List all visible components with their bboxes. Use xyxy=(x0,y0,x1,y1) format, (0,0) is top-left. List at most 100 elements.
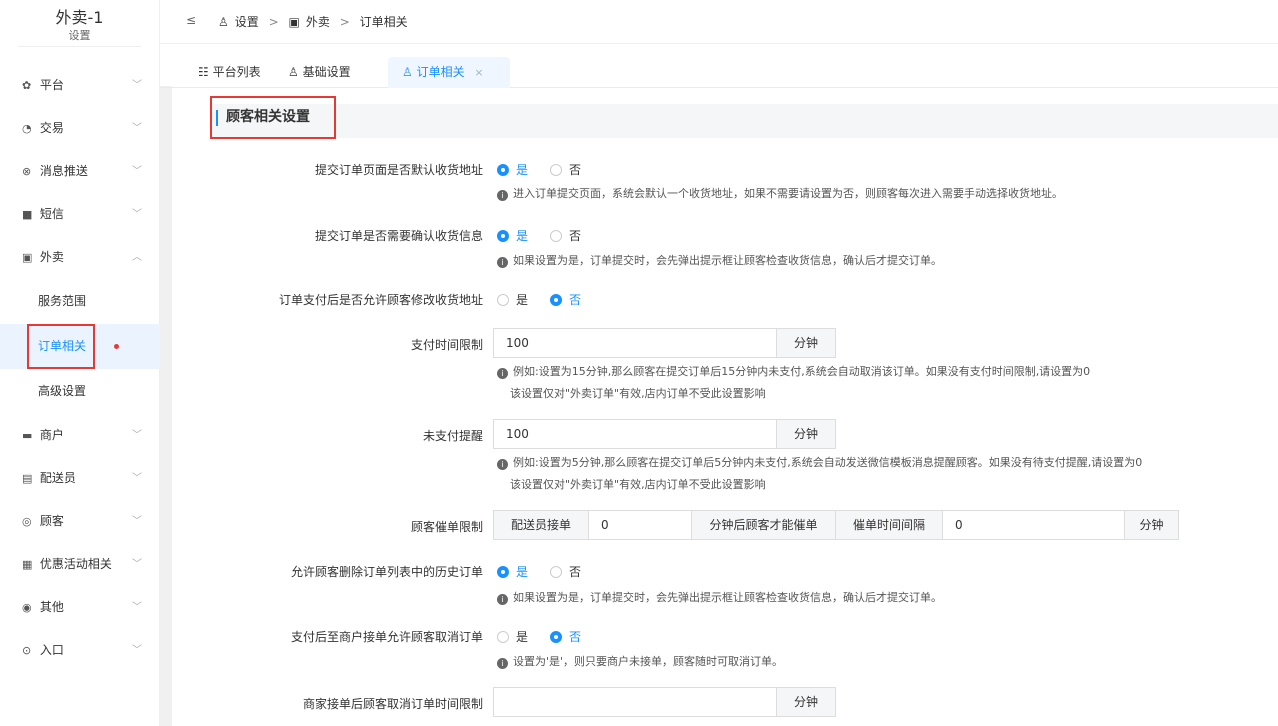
info-icon: i xyxy=(497,459,508,470)
radio-label: 否 xyxy=(569,163,582,177)
sidebar-item-label: 外卖 xyxy=(39,250,64,264)
confirm-address-yes-radio[interactable]: 是 xyxy=(497,227,528,244)
store-icon: ▬ xyxy=(22,429,33,442)
cancel-before-accept-hint: i 设置为'是'，则只要商户未接单，顾客随时可取消订单。 xyxy=(497,653,783,671)
modify-address-no-radio[interactable]: 否 xyxy=(550,291,581,308)
hint-text: 例如:设置为5分钟,那么顾客在提交订单后5分钟内未支付,系统会自动发送微信模板消… xyxy=(513,456,1143,469)
radio-label: 否 xyxy=(569,630,582,644)
sidebar-item-promotion[interactable]: ▦ 优惠活动相关 ﹀ xyxy=(0,543,160,586)
delete-history-yes-radio[interactable]: 是 xyxy=(497,563,528,580)
brand-title: 外卖-1 xyxy=(55,8,104,27)
sms-icon: ■ xyxy=(22,208,33,221)
sidebar-item-label: 配送员 xyxy=(39,471,76,485)
breadcrumb-item[interactable]: 外卖 xyxy=(306,15,330,29)
brand: 外卖-1 设置 xyxy=(0,0,159,46)
cancel-after-accept-input[interactable] xyxy=(493,687,777,717)
pay-limit-hint-2: 该设置仅对"外卖订单"有效,店内订单不受此设置影响 xyxy=(510,387,766,400)
chevron-up-icon: ︿ xyxy=(132,252,142,263)
urge-limit-prefix: 配送员接单 xyxy=(493,510,589,540)
delete-history-no-radio[interactable]: 否 xyxy=(550,563,581,580)
radio-checked-icon xyxy=(550,294,562,306)
radio-label: 否 xyxy=(569,229,582,243)
message-icon: ⊗ xyxy=(22,165,32,178)
tab-order-settings[interactable]: ♙ 订单相关 × xyxy=(388,57,510,88)
sidebar-item-delivery[interactable]: ▣ 外卖 ︿ xyxy=(0,236,160,279)
unpaid-remind-input[interactable]: 100 xyxy=(493,419,777,449)
pay-limit-label: 支付时间限制 xyxy=(410,338,483,352)
radio-unchecked-icon xyxy=(550,566,562,578)
cancel-before-accept-no-radio[interactable]: 否 xyxy=(550,628,581,645)
unpaid-remind-unit: 分钟 xyxy=(776,419,836,449)
radio-unchecked-icon xyxy=(550,230,562,242)
gear-icon: ✿ xyxy=(22,79,32,92)
section-title: 顾客相关设置 xyxy=(210,96,336,139)
tab-label: 订单相关 xyxy=(416,65,465,79)
delivery-icon: ▣ xyxy=(22,251,33,264)
sidebar-item-label: 短信 xyxy=(39,207,64,221)
info-icon: i xyxy=(497,257,508,268)
chevron-down-icon: ﹀ xyxy=(132,80,142,91)
sidebar-item-label: 优惠活动相关 xyxy=(39,557,112,571)
cancel-after-accept-unit: 分钟 xyxy=(776,687,836,717)
info-icon: i xyxy=(497,594,508,605)
user-icon: ♙ xyxy=(288,65,303,79)
sidebar-item-customer[interactable]: ◎ 顾客 ﹀ xyxy=(0,500,160,543)
sidebar-item-sms[interactable]: ■ 短信 ﹀ xyxy=(0,193,160,236)
confirm-address-no-radio[interactable]: 否 xyxy=(550,227,581,244)
close-icon[interactable]: × xyxy=(474,66,483,79)
sidebar-item-entry[interactable]: ⊙ 入口 ﹀ xyxy=(0,629,160,672)
sidebar-subitem-advanced[interactable]: 高级设置 xyxy=(0,369,160,414)
radio-unchecked-icon xyxy=(550,164,562,176)
breadcrumb-separator: > xyxy=(339,15,350,29)
radio-label: 是 xyxy=(516,163,529,177)
chevron-down-icon: ﹀ xyxy=(132,166,142,177)
sidebar-subitem-service-range[interactable]: 服务范围 xyxy=(0,279,160,324)
tab-bar: ☷ 平台列表 ♙ 基础设置 ♙ 订单相关 × xyxy=(160,54,1278,88)
info-icon: i xyxy=(497,658,508,669)
cancel-before-accept-label: 支付后至商户接单允许顾客取消订单 xyxy=(290,630,483,644)
chevron-down-icon: ﹀ xyxy=(132,209,142,220)
urge-interval-unit: 分钟 xyxy=(1124,510,1179,540)
chevron-down-icon: ﹀ xyxy=(132,473,142,484)
modify-address-label: 订单支付后是否允许顾客修改收货地址 xyxy=(278,293,483,307)
radio-label: 是 xyxy=(516,229,529,243)
sidebar-item-platform[interactable]: ✿ 平台 ﹀ xyxy=(0,64,160,107)
courier-icon: ▤ xyxy=(22,472,33,485)
urge-limit-input[interactable]: 0 xyxy=(588,510,692,540)
gift-icon: ▦ xyxy=(22,558,33,571)
radio-unchecked-icon xyxy=(497,294,509,306)
sidebar-item-label: 平台 xyxy=(39,78,64,92)
hint-text: 进入订单提交页面，系统会默认一个收货地址，如果不需要请设置为否，则顾客每次进入需… xyxy=(513,187,1063,200)
sidebar-menu: ✿ 平台 ﹀ ◔ 交易 ﹀ ⊗ 消息推送 ﹀ ■ 短信 ﹀ ▣ 外卖 ︿ 服务范… xyxy=(0,64,160,672)
pay-limit-input[interactable]: 100 xyxy=(493,328,777,358)
unpaid-remind-hint-2: 该设置仅对"外卖订单"有效,店内订单不受此设置影响 xyxy=(510,478,766,491)
breadcrumb-separator: > xyxy=(268,15,279,29)
sidebar-item-other[interactable]: ◉ 其他 ﹀ xyxy=(0,586,160,629)
modify-address-yes-radio[interactable]: 是 xyxy=(497,291,528,308)
breadcrumb-item[interactable]: 设置 xyxy=(235,15,259,29)
urge-interval-label: 催单时间间隔 xyxy=(835,510,943,540)
radio-label: 否 xyxy=(569,293,582,307)
cancel-after-accept-label: 商家接单后顾客取消订单时间限制 xyxy=(302,697,483,711)
hint-text: 如果设置为是，订单提交时，会先弹出提示框让顾客检查收货信息，确认后才提交订单。 xyxy=(513,591,942,604)
sidebar-item-trade[interactable]: ◔ 交易 ﹀ xyxy=(0,107,160,150)
sidebar-item-courier[interactable]: ▤ 配送员 ﹀ xyxy=(0,457,160,500)
scrollbar-track[interactable] xyxy=(160,86,172,726)
urge-interval-input[interactable]: 0 xyxy=(942,510,1125,540)
confirm-address-label: 提交订单是否需要确认收货信息 xyxy=(314,229,483,243)
tab-platform-list[interactable]: ☷ 平台列表 xyxy=(184,57,275,88)
unpaid-remind-label: 未支付提醒 xyxy=(422,429,483,443)
sidebar-item-store[interactable]: ▬ 商户 ﹀ xyxy=(0,414,160,457)
default-address-no-radio[interactable]: 否 xyxy=(550,161,581,178)
default-address-yes-radio[interactable]: 是 xyxy=(497,161,528,178)
radio-checked-icon xyxy=(497,566,509,578)
sidebar-item-label: 其他 xyxy=(39,600,64,614)
radio-label: 是 xyxy=(516,565,529,579)
sidebar-subitem-order[interactable]: 订单相关 xyxy=(0,324,160,369)
cancel-before-accept-yes-radio[interactable]: 是 xyxy=(497,628,528,645)
tab-basic-settings[interactable]: ♙ 基础设置 xyxy=(274,57,365,88)
default-address-label: 提交订单页面是否默认收货地址 xyxy=(314,163,483,177)
sidebar-item-message[interactable]: ⊗ 消息推送 ﹀ xyxy=(0,150,160,193)
radio-checked-icon xyxy=(497,164,509,176)
collapse-menu-icon[interactable]: ≤ xyxy=(186,13,196,27)
